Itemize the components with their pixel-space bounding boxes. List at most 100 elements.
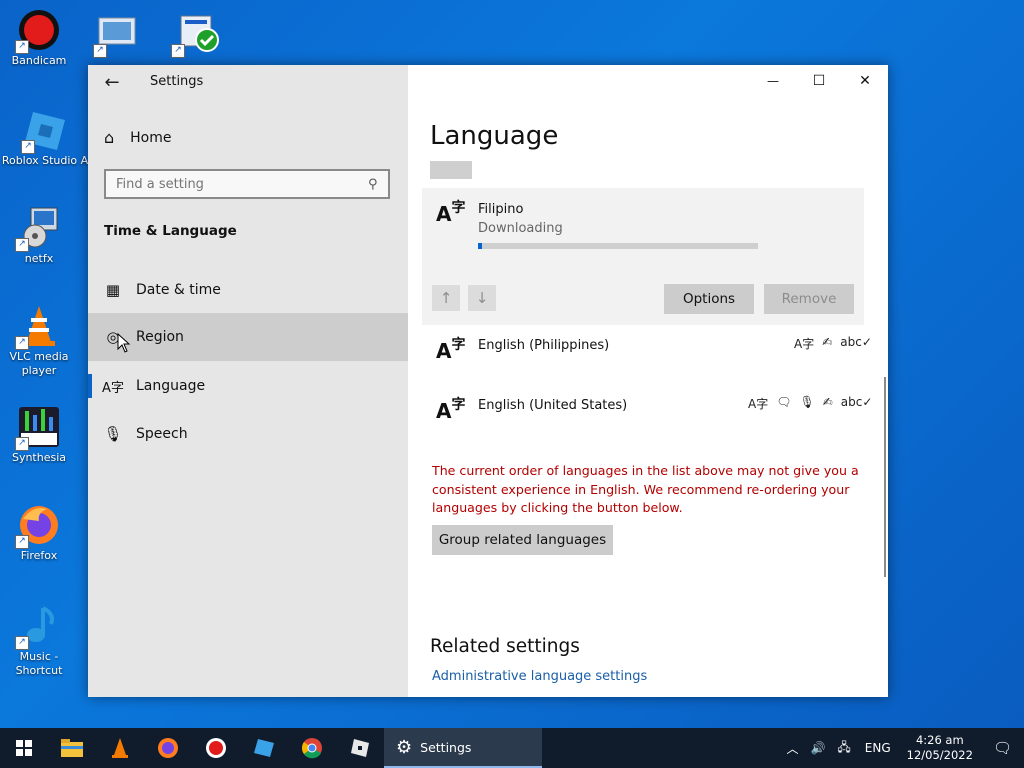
scrollbar[interactable]	[884, 377, 886, 577]
sidebar-item-label: Language	[136, 378, 206, 394]
back-arrow-icon[interactable]: ←	[100, 71, 124, 95]
taskbar-roblox[interactable]	[336, 728, 384, 768]
handwriting-icon: ✍	[822, 395, 833, 409]
related-settings-heading: Related settings	[430, 636, 580, 657]
partially-hidden-button[interactable]	[430, 161, 472, 179]
administrative-language-settings-link[interactable]: Administrative language settings	[432, 669, 647, 684]
minimize-button[interactable]: —	[750, 65, 796, 97]
sidebar: ← Settings ⌂ Home ⚲ Time & Language ▦ Da…	[88, 65, 408, 697]
default-programs-icon: ↗	[171, 12, 219, 58]
desktop-icon-pictures[interactable]: ↗	[78, 12, 156, 58]
home-link[interactable]: ⌂ Home	[104, 128, 172, 147]
taskbar-settings-active[interactable]: ⚙ Settings	[384, 728, 542, 768]
taskbar-chrome[interactable]	[288, 728, 336, 768]
sidebar-item-label: Region	[136, 329, 184, 345]
system-tray: ︿ 🔊 🖧 ENG 4:26 am 12/05/2022 🗨	[780, 728, 1024, 768]
maximize-button[interactable]: ☐	[796, 65, 842, 97]
synthesia-icon: ↗	[15, 405, 61, 451]
shortcut-arrow-icon: ↗	[15, 336, 29, 350]
desktop-icon-label: VLC media player	[9, 350, 69, 377]
sidebar-item-region[interactable]: ◎ Region	[88, 313, 408, 361]
search-icon: ⚲	[368, 176, 378, 192]
clock-time: 4:26 am	[915, 733, 964, 747]
desktop-icon-bandicam[interactable]: ↗ Bandicam	[0, 8, 78, 68]
roblox-icon	[351, 739, 369, 757]
language-name[interactable]: English (United States)	[478, 398, 627, 413]
display-language-icon: A字	[748, 397, 769, 411]
sidebar-item-language[interactable]: A字 Language	[88, 362, 408, 410]
group-related-languages-button[interactable]: Group related languages	[432, 525, 613, 555]
section-heading: Time & Language	[104, 223, 237, 239]
desktop-icon-synthesia[interactable]: ↗ Synthesia	[0, 405, 78, 465]
desktop-icon-defaults[interactable]: ↗	[156, 12, 234, 58]
search-input[interactable]	[106, 176, 368, 192]
bandicam-icon: ↗	[15, 8, 61, 54]
desktop-icon-label: netfx	[24, 252, 54, 265]
spellcheck-icon: abc✓	[840, 395, 873, 409]
display-language-icon: A字	[794, 337, 815, 351]
handwriting-icon: ✍	[822, 335, 833, 349]
language-name: Filipino	[478, 202, 524, 217]
language-glyph-icon: A字	[436, 397, 466, 423]
main-pane: — ☐ ✕ Language A字 Filipino Downloading ↑…	[408, 65, 888, 697]
language-features: A字 🗨 🎙 ✍ abc✓	[748, 395, 872, 412]
selection-indicator	[88, 374, 92, 398]
volume-icon[interactable]: 🔊	[804, 741, 831, 755]
search-box[interactable]: ⚲	[104, 169, 390, 199]
window-title: Settings	[150, 74, 204, 89]
language-item-selected[interactable]: A字 Filipino Downloading ↑ ↓ Options Remo…	[422, 188, 864, 325]
options-button[interactable]: Options	[664, 284, 754, 314]
page-title: Language	[430, 121, 559, 151]
sidebar-item-label: Date & time	[136, 282, 221, 298]
desktop-icon-firefox[interactable]: ↗ Firefox	[0, 503, 78, 563]
desktop-icon-netfx[interactable]: ↗ netfx	[0, 206, 78, 266]
language-glyph-icon: A字	[436, 200, 466, 226]
pictures-icon: ↗	[93, 12, 139, 58]
taskbar-vlc[interactable]	[96, 728, 144, 768]
desktop-icon-music[interactable]: ↗ Music - Shortcut	[0, 604, 78, 678]
speech-recognition-icon: 🎙	[799, 395, 815, 409]
language-icon: A字	[102, 380, 124, 396]
taskbar-bandicam[interactable]	[192, 728, 240, 768]
shortcut-arrow-icon: ↗	[15, 40, 29, 54]
taskbar: ⚙ Settings ︿ 🔊 🖧 ENG 4:26 am 12/05/2022 …	[0, 728, 1024, 768]
roblox-studio-icon	[254, 739, 274, 757]
taskbar-firefox[interactable]	[144, 728, 192, 768]
shortcut-arrow-icon: ↗	[15, 636, 29, 650]
chevron-up-icon[interactable]: ︿	[780, 740, 804, 757]
close-button[interactable]: ✕	[842, 65, 888, 97]
sidebar-item-speech[interactable]: 🎙 Speech	[88, 410, 408, 458]
start-button[interactable]	[0, 728, 48, 768]
language-name[interactable]: English (Philippines)	[478, 338, 609, 353]
move-down-button[interactable]: ↓	[468, 285, 496, 311]
desktop-icon-roblox-studio[interactable]: ↗ Roblox Studio A	[0, 108, 90, 168]
windows-logo-icon	[16, 740, 32, 756]
desktop-icon-label: Bandicam	[11, 54, 67, 67]
microphone-icon: 🎙	[103, 425, 123, 443]
folder-icon	[61, 739, 83, 757]
clock-date: 12/05/2022	[906, 748, 973, 762]
desktop-icon-label: Roblox Studio A	[1, 154, 89, 167]
move-up-button[interactable]: ↑	[432, 285, 460, 311]
taskbar-roblox-studio[interactable]	[240, 728, 288, 768]
desktop-icon-label: Music - Shortcut	[15, 650, 63, 677]
chrome-icon	[302, 738, 322, 759]
desktop-icon-vlc[interactable]: ↗ VLC media player	[0, 304, 78, 378]
remove-button[interactable]: Remove	[764, 284, 854, 314]
shortcut-arrow-icon: ↗	[21, 140, 35, 154]
shortcut-arrow-icon: ↗	[15, 535, 29, 549]
desktop-icon-label: Synthesia	[11, 451, 67, 464]
sidebar-item-label: Speech	[136, 426, 188, 442]
mouse-cursor-icon	[117, 333, 131, 353]
input-language[interactable]: ENG	[857, 741, 899, 755]
shortcut-arrow-icon: ↗	[15, 238, 29, 252]
network-icon[interactable]: 🖧	[831, 738, 856, 759]
clock[interactable]: 4:26 am 12/05/2022	[899, 733, 981, 763]
sidebar-item-date-time[interactable]: ▦ Date & time	[88, 266, 408, 314]
home-icon: ⌂	[104, 128, 115, 147]
notification-icon[interactable]: 🗨	[981, 739, 1024, 757]
taskbar-file-explorer[interactable]	[48, 728, 96, 768]
window-controls: — ☐ ✕	[750, 65, 888, 97]
firefox-icon	[158, 738, 178, 758]
download-progress-bar	[478, 243, 758, 249]
